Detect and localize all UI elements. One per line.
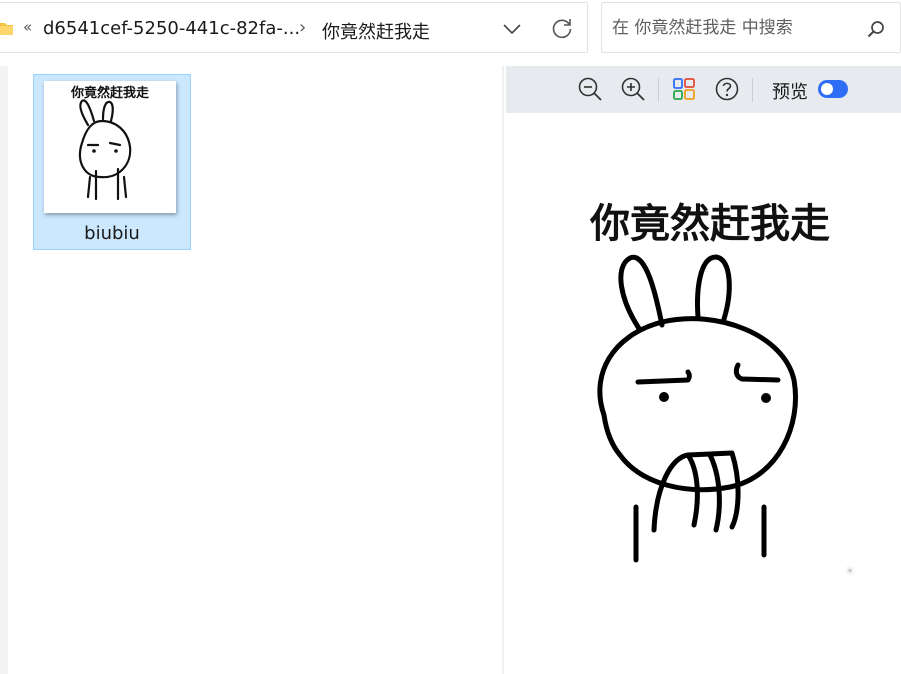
- breadcrumb-parent-folder[interactable]: d6541cef-5250-441c-82fa-...: [43, 18, 300, 39]
- address-bar[interactable]: « d6541cef-5250-441c-82fa-... › 你竟然赶我走: [0, 2, 588, 53]
- rabbit-thumbnail-image: 你竟然赶我走: [70, 85, 150, 201]
- preview-toggle[interactable]: [818, 80, 848, 98]
- folder-icon: [0, 23, 13, 35]
- search-icon[interactable]: [866, 19, 886, 39]
- help-icon[interactable]: [714, 76, 740, 102]
- thumbnail-caption: 你竟然赶我走: [70, 85, 150, 101]
- preview-label: 预览: [772, 82, 808, 103]
- file-name-label: biubiu: [84, 223, 140, 244]
- chevron-down-icon[interactable]: [499, 17, 525, 41]
- rabbit-preview-image: 你竟然赶我走 ☀: [589, 201, 856, 578]
- search-input[interactable]: [612, 15, 852, 41]
- preview-caption: 你竟然赶我走: [589, 201, 830, 247]
- file-explorer-window: « d6541cef-5250-441c-82fa-... › 你竟然赶我走 你…: [0, 0, 901, 674]
- breadcrumb-separator[interactable]: ›: [299, 17, 306, 38]
- toolbar-divider: [752, 78, 753, 102]
- zoom-in-icon[interactable]: [620, 76, 646, 102]
- breadcrumb-overflow[interactable]: «: [23, 18, 32, 36]
- search-box[interactable]: [601, 2, 901, 53]
- apps-icon[interactable]: [671, 76, 697, 102]
- toolbar-divider: [658, 78, 659, 102]
- breadcrumb-current-folder[interactable]: 你竟然赶我走: [322, 18, 430, 44]
- pane-splitter[interactable]: [502, 66, 504, 674]
- toggle-knob: [821, 83, 833, 95]
- zoom-out-icon[interactable]: [577, 76, 603, 102]
- file-thumbnail: 你竟然赶我走: [44, 81, 176, 213]
- preview-toolbar: 预览: [506, 66, 901, 113]
- refresh-icon[interactable]: [549, 16, 575, 42]
- file-item-biubiu[interactable]: 你竟然赶我走 biubiu: [33, 74, 191, 250]
- watermark-mark: ☀: [845, 564, 856, 578]
- navigation-pane[interactable]: [0, 66, 8, 674]
